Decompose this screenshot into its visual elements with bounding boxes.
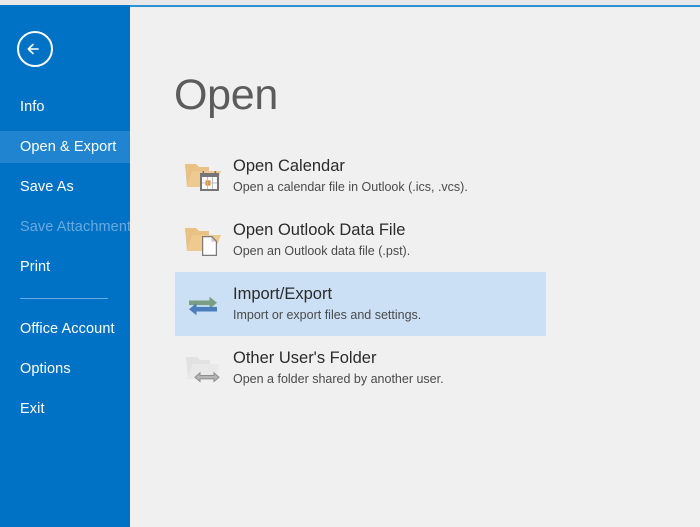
sidebar-item-save-attachments: Save Attachments	[20, 219, 139, 235]
backstage-content: Open Open Calendar Open a calendar file …	[130, 7, 700, 527]
option-other-users-folder[interactable]: Other User's Folder Open a folder shared…	[175, 336, 546, 400]
back-button[interactable]	[17, 31, 53, 67]
option-open-outlook-data-file[interactable]: Open Outlook Data File Open an Outlook d…	[175, 208, 546, 272]
open-options-list: Open Calendar Open a calendar file in Ou…	[130, 144, 700, 400]
option-description: Import or export files and settings.	[233, 307, 422, 322]
option-text-block: Open Calendar Open a calendar file in Ou…	[231, 156, 468, 197]
outlook-backstage-view: Info Open & Export Save As Save Attachme…	[0, 0, 700, 527]
option-import-export[interactable]: Import/Export Import or export files and…	[175, 272, 546, 336]
sidebar-item-save-as[interactable]: Save As	[0, 171, 130, 203]
option-text-block: Import/Export Import or export files and…	[231, 284, 421, 325]
option-text-block: Other User's Folder Open a folder shared…	[231, 348, 444, 389]
option-description: Open a folder shared by another user.	[233, 371, 444, 386]
folder-calendar-icon	[175, 144, 231, 208]
sidebar-item-exit[interactable]: Exit	[0, 393, 130, 425]
option-description: Open a calendar file in Outlook (.ics, .…	[233, 179, 468, 194]
sidebar-nav-list: Info Open & Export Save As Save Attachme…	[0, 91, 139, 425]
folder-document-icon	[175, 208, 231, 272]
option-description: Open an Outlook data file (.pst).	[233, 243, 411, 258]
sidebar-divider	[20, 298, 108, 299]
option-title: Open Calendar	[233, 156, 345, 175]
backstage-sidebar: Info Open & Export Save As Save Attachme…	[0, 5, 139, 527]
option-open-calendar[interactable]: Open Calendar Open a calendar file in Ou…	[175, 144, 546, 208]
sidebar-item-print[interactable]: Print	[0, 251, 130, 283]
sidebar-item-office-account[interactable]: Office Account	[0, 313, 130, 345]
folder-shared-icon	[175, 336, 231, 400]
option-title: Other User's Folder	[233, 348, 377, 367]
option-text-block: Open Outlook Data File Open an Outlook d…	[231, 220, 410, 261]
import-export-arrows-icon	[175, 272, 231, 336]
option-title: Import/Export	[233, 284, 333, 303]
sidebar-item-info[interactable]: Info	[0, 91, 130, 123]
back-arrow-icon	[27, 43, 39, 55]
page-title: Open	[174, 71, 278, 119]
option-title: Open Outlook Data File	[233, 220, 406, 239]
sidebar-item-open-and-export[interactable]: Open & Export	[0, 131, 130, 163]
sidebar-item-options[interactable]: Options	[0, 353, 130, 385]
